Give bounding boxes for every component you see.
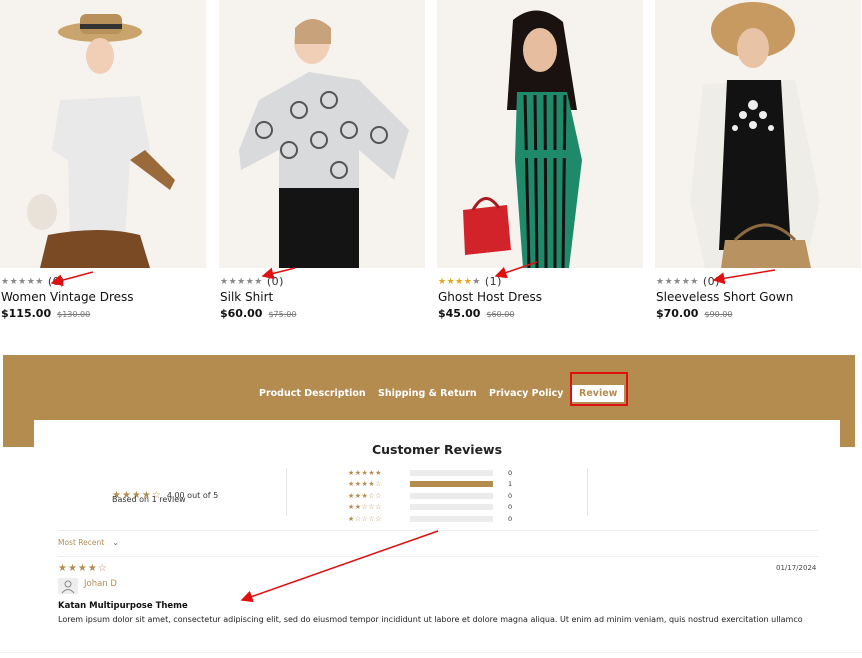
star-icon: ★★☆☆☆ bbox=[348, 503, 382, 511]
product-name[interactable]: Ghost Host Dress bbox=[438, 290, 542, 304]
rating-count: (0) bbox=[702, 275, 720, 288]
product-image[interactable] bbox=[0, 0, 206, 268]
rating-stars: ★★★★★ bbox=[656, 276, 699, 287]
distribution-bar bbox=[410, 469, 493, 476]
rating-distribution-row[interactable]: ★★★☆☆ 0 bbox=[348, 490, 512, 501]
product-image[interactable] bbox=[437, 0, 643, 268]
product-name[interactable]: Sleeveless Short Gown bbox=[656, 290, 793, 304]
rating-count: (0) bbox=[47, 275, 65, 288]
star-icon: ★★★★☆ bbox=[348, 480, 382, 488]
reviews-title: Customer Reviews bbox=[371, 442, 503, 457]
product-card[interactable]: ★★★★★ (1) Ghost Host Dress $45.00 $60.00 bbox=[437, 0, 643, 320]
distribution-count: 1 bbox=[508, 480, 513, 488]
tab-product-description[interactable]: Product Description bbox=[259, 388, 366, 399]
reviews-summary: ★★★★☆ 4.00 out of 5 Based on 1 review bbox=[112, 483, 218, 504]
product-rating: ★★★★★ (1) bbox=[438, 275, 502, 288]
star-icon: ★★★★★ bbox=[348, 468, 382, 477]
sort-dropdown[interactable]: Most Recent ⌄ bbox=[58, 538, 119, 547]
rating-distribution-row[interactable]: ★☆☆☆☆ 0 bbox=[348, 513, 512, 524]
distribution-bar bbox=[410, 504, 493, 510]
product-name[interactable]: Women Vintage Dress bbox=[1, 290, 134, 304]
rating-stars: ★★★★★ bbox=[220, 276, 263, 287]
divider bbox=[58, 556, 818, 557]
divider bbox=[587, 468, 588, 516]
distribution-count: 0 bbox=[508, 503, 513, 511]
product-image[interactable] bbox=[219, 0, 425, 268]
user-icon bbox=[58, 578, 78, 594]
product-grid: ★★★★★ (0) Women Vintage Dress $115.00 $13… bbox=[0, 0, 862, 330]
old-price: $90.00 bbox=[704, 310, 733, 319]
product-image[interactable] bbox=[655, 0, 861, 268]
product-price: $115.00 $130.00 bbox=[1, 307, 90, 320]
rating-stars: ★★★★★ bbox=[438, 276, 481, 287]
review-count: Based on 1 review bbox=[112, 495, 186, 504]
rating-count: (1) bbox=[484, 275, 502, 288]
tab-privacy-policy[interactable]: Privacy Policy bbox=[489, 388, 563, 399]
rating-distribution-row[interactable]: ★★★★☆ 1 bbox=[348, 479, 512, 490]
divider bbox=[0, 652, 862, 653]
product-price: $70.00 $90.00 bbox=[656, 307, 732, 320]
distribution-count: 0 bbox=[508, 514, 513, 523]
review-body: Lorem ipsum dolor sit amet, consectetur … bbox=[58, 615, 803, 624]
review-author: Johan D bbox=[84, 579, 117, 589]
reviews-panel: Customer Reviews ★★★★☆ 4.00 out of 5 Base… bbox=[34, 420, 840, 658]
rating-count: (0) bbox=[266, 275, 284, 288]
old-price: $75.00 bbox=[268, 310, 297, 319]
product-card[interactable]: ★★★★★ (0) Women Vintage Dress $115.00 $13… bbox=[0, 0, 206, 320]
current-price: $70.00 bbox=[656, 307, 699, 320]
rating-stars: ★★★★★ bbox=[1, 276, 44, 287]
product-price: $60.00 $75.00 bbox=[220, 307, 296, 320]
distribution-bar bbox=[410, 515, 493, 522]
sort-label: Most Recent bbox=[58, 538, 105, 547]
product-rating: ★★★★★ (0) bbox=[1, 275, 65, 288]
old-price: $130.00 bbox=[57, 310, 91, 319]
divider bbox=[286, 468, 287, 516]
tab-list: Product Description Shipping & Return Pr… bbox=[3, 355, 855, 419]
distribution-count: 0 bbox=[508, 491, 513, 500]
review-date: 01/17/2024 bbox=[776, 564, 817, 572]
distribution-bar bbox=[410, 481, 493, 487]
rating-distribution-row[interactable]: ★★★★★ 0 bbox=[348, 467, 512, 478]
star-icon: ★☆☆☆☆ bbox=[348, 514, 382, 523]
rating-distribution-row[interactable]: ★★☆☆☆ 0 bbox=[348, 502, 512, 513]
review-stars: ★★★★☆ bbox=[58, 563, 108, 574]
divider bbox=[58, 530, 818, 531]
product-card[interactable]: ★★★★★ (0) Silk Shirt $60.00 $75.00 bbox=[219, 0, 425, 320]
review-title: Katan Multipurpose Theme bbox=[58, 601, 188, 611]
product-price: $45.00 $60.00 bbox=[438, 307, 514, 320]
product-rating: ★★★★★ (0) bbox=[656, 275, 720, 288]
current-price: $115.00 bbox=[1, 307, 52, 320]
tab-shipping-return[interactable]: Shipping & Return bbox=[378, 388, 477, 399]
old-price: $60.00 bbox=[486, 310, 515, 319]
distribution-count: 0 bbox=[508, 468, 513, 477]
product-rating: ★★★★★ (0) bbox=[220, 275, 284, 288]
annotation-highlight-box bbox=[570, 372, 628, 406]
chevron-down-icon: ⌄ bbox=[112, 538, 119, 547]
current-price: $45.00 bbox=[438, 307, 481, 320]
distribution-bar bbox=[410, 492, 493, 499]
current-price: $60.00 bbox=[220, 307, 263, 320]
product-card[interactable]: ★★★★★ (0) Sleeveless Short Gown $70.00 $9… bbox=[655, 0, 861, 320]
star-icon: ★★★☆☆ bbox=[348, 491, 382, 500]
distribution-bar-fill bbox=[410, 481, 493, 487]
product-name[interactable]: Silk Shirt bbox=[220, 290, 273, 304]
